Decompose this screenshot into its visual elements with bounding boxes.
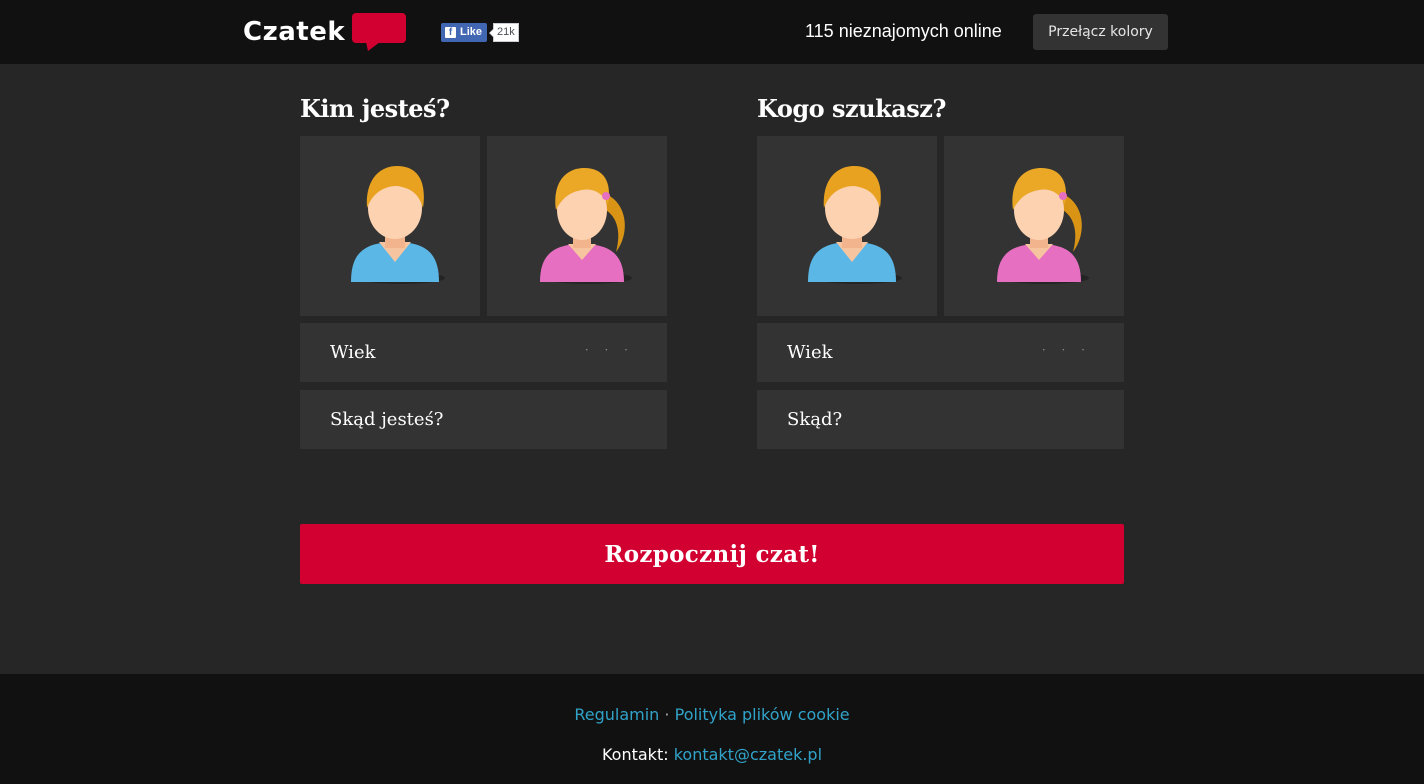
my-location-label: Skąd jesteś? (330, 409, 444, 430)
footer-links: Regulamin · Polityka plików cookie (0, 705, 1424, 724)
my-age-dots: · · · (584, 343, 634, 357)
who-are-you-heading: Kim jesteś? (300, 94, 450, 123)
my-age-label: Wiek (330, 342, 376, 363)
cookie-policy-link[interactable]: Polityka plików cookie (675, 705, 850, 724)
female-avatar-icon (540, 168, 632, 284)
looking-for-heading: Kogo szukasz? (757, 94, 946, 123)
contact-label: Kontakt: (601, 745, 669, 764)
footer: Regulamin · Polityka plików cookie Konta… (0, 674, 1424, 784)
facebook-like-button[interactable]: f Like 21k (441, 22, 519, 42)
top-bar: Czatek f Like 21k 115 nieznajomych onlin… (0, 0, 1424, 64)
online-users-count: 115 nieznajomych online (805, 21, 1002, 41)
my-gender-female-option[interactable] (487, 136, 667, 316)
facebook-icon: f (445, 26, 456, 38)
facebook-like-text: Like (460, 26, 483, 38)
contact-email-link[interactable]: kontakt@czatek.pl (674, 745, 822, 764)
seek-gender-female-option[interactable] (944, 136, 1124, 316)
terms-link[interactable]: Regulamin (574, 705, 659, 724)
footer-contact: Kontakt: kontakt@czatek.pl (0, 745, 1424, 764)
seek-age-label: Wiek (787, 342, 833, 363)
facebook-like-label: f Like (441, 22, 488, 42)
female-avatar-icon (997, 168, 1089, 284)
seek-age-dots: · · · (1041, 343, 1091, 357)
logo[interactable]: Czatek (243, 13, 408, 51)
seek-age-select[interactable]: Wiek · · · (757, 323, 1124, 382)
my-gender-male-option[interactable] (300, 136, 480, 316)
start-chat-button[interactable]: Rozpocznij czat! (300, 524, 1124, 584)
my-age-select[interactable]: Wiek · · · (300, 323, 667, 382)
footer-separator: · (664, 705, 670, 724)
logo-text: Czatek (243, 17, 346, 47)
seek-location-label: Skąd? (787, 409, 843, 430)
facebook-like-count: 21k (489, 22, 519, 42)
male-avatar-icon (351, 166, 445, 284)
seek-gender-male-option[interactable] (757, 136, 937, 316)
my-location-select[interactable]: Skąd jesteś? (300, 390, 667, 449)
toggle-colors-button[interactable]: Przełącz kolory (1033, 14, 1168, 50)
seek-location-select[interactable]: Skąd? (757, 390, 1124, 449)
male-avatar-icon (808, 166, 902, 284)
speech-bubble-icon (352, 13, 407, 51)
